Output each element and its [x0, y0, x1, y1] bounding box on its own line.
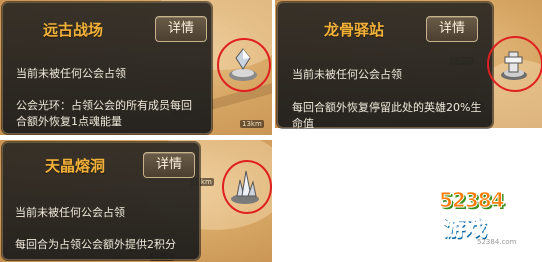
panel-title: 天晶熔洞 — [45, 157, 106, 175]
territory-description: 每回合额外恢复停留此处的英雄20%生命值 — [292, 101, 482, 130]
dragon-bone-icon[interactable] — [497, 44, 531, 82]
panel-title: 远古战场 — [43, 21, 104, 39]
territory-description: 公会光环：占领公会的所有成员每回合额外恢复1点魂能量 — [16, 99, 192, 128]
site-logo: 52384 游戏 52384.com — [437, 188, 533, 250]
territory-panel-ancient-battlefield: 远古战场 详情 当前未被任何公会占领 公会光环：占领公会的所有成员每回合额外恢复… — [2, 2, 212, 134]
details-button[interactable]: 详情 — [426, 16, 478, 42]
occupation-status: 当前未被任何公会占领 — [292, 68, 402, 81]
distance-label: 13km — [240, 120, 264, 128]
territory-panel-sky-crystal-cave: 天晶熔洞 详情 当前未被任何公会占领 每回合为占领公会额外提供2积分 — [2, 142, 200, 260]
details-button[interactable]: 详情 — [143, 152, 195, 178]
territory-description: 每回合为占领公会额外提供2积分 — [15, 238, 176, 251]
logo-site: 52384.com — [477, 238, 517, 246]
crystal-cluster-icon[interactable] — [227, 166, 263, 206]
crystal-icon[interactable] — [225, 45, 261, 83]
panel-title: 龙骨驿站 — [324, 21, 385, 39]
logo-number: 52384 — [439, 188, 506, 213]
details-button[interactable]: 详情 — [155, 16, 207, 42]
occupation-status: 当前未被任何公会占领 — [16, 67, 126, 80]
occupation-status: 当前未被任何公会占领 — [15, 206, 125, 219]
territory-panel-dragon-bone-station: 龙骨驿站 详情 当前未被任何公会占领 每回合额外恢复停留此处的英雄20%生命值 — [277, 2, 493, 130]
